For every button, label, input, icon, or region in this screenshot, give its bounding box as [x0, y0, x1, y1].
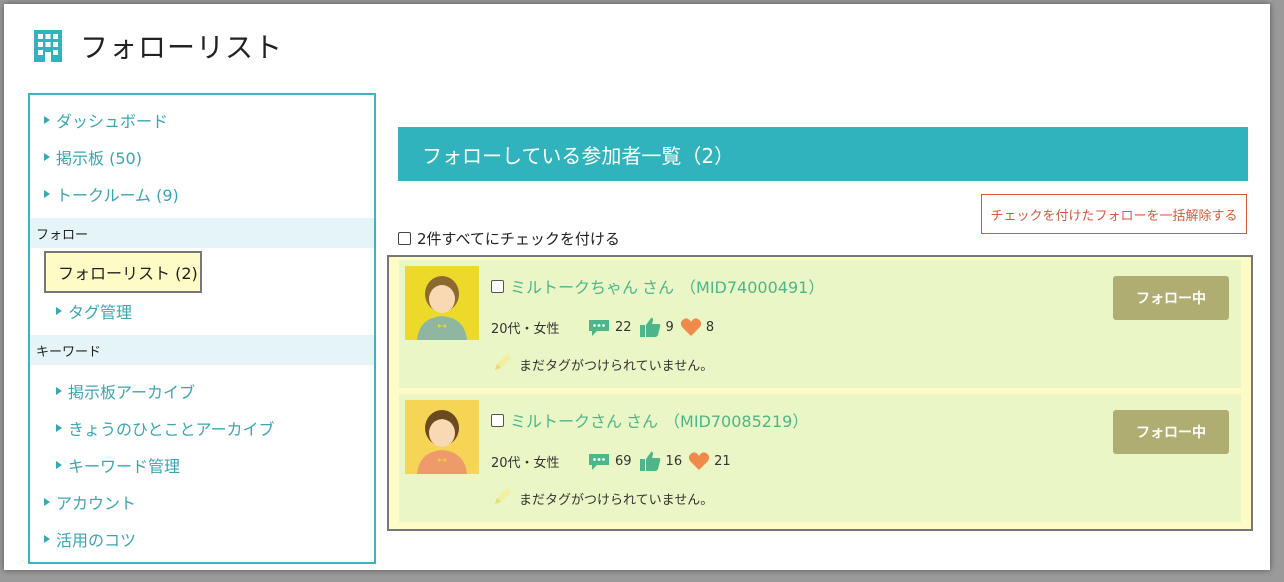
comment-count: 69	[615, 453, 632, 469]
sidebar-item-label: 活用のコツ	[56, 531, 137, 550]
member-card: ミルトークちゃん さん （MID74000491） 20代・女性 22 9 8	[399, 260, 1241, 388]
pencil-icon	[493, 352, 519, 376]
heart-count: 21	[714, 453, 731, 469]
member-profile: 20代・女性	[491, 456, 560, 471]
sidebar-item-label: きょうのひとことアーカイブ	[68, 420, 275, 439]
member-tags: まだタグがつけられていません。	[493, 486, 713, 510]
member-name[interactable]: ミルトークちゃん さん （MID74000491）	[491, 274, 824, 298]
triangle-right-icon	[56, 307, 62, 315]
sidebar-item-label: フォローリスト (2)	[58, 264, 198, 283]
sidebar-item-label: トークルーム (9)	[56, 186, 179, 205]
member-list: ミルトークちゃん さん （MID74000491） 20代・女性 22 9 8	[387, 255, 1253, 531]
sidebar-item-label: 掲示板アーカイブ	[68, 383, 196, 402]
thumbs-up-icon	[638, 316, 662, 338]
sidebar-item-bulletin-board[interactable]: 掲示板 (50)	[30, 142, 374, 172]
page-title: フォローリスト	[80, 31, 284, 64]
follow-status-button[interactable]: フォロー中	[1113, 276, 1229, 320]
sidebar-item-label: タグ管理	[68, 303, 133, 322]
triangle-right-icon	[44, 190, 50, 198]
sidebar-item-label: 掲示板 (50)	[56, 149, 142, 168]
like-count: 16	[665, 453, 683, 469]
sidebar-item-label: キーワード管理	[68, 457, 181, 476]
triangle-right-icon	[44, 116, 50, 124]
like-count: 9	[665, 319, 674, 335]
member-nickname[interactable]: ミルトークさん	[510, 408, 622, 432]
member-stats: 22 9 8	[587, 316, 720, 338]
member-profile: 20代・女性	[491, 322, 560, 337]
member-honorific: さん	[642, 278, 675, 297]
sidebar-item-talk-room[interactable]: トークルーム (9)	[30, 179, 374, 209]
member-tags: まだタグがつけられていません。	[493, 352, 713, 376]
sidebar-item-account[interactable]: アカウント	[30, 487, 374, 517]
member-id: （MID74000491）	[680, 278, 825, 297]
avatar	[405, 400, 479, 474]
sidebar-item-label: アカウント	[56, 494, 137, 513]
check-all-checkbox[interactable]	[398, 232, 411, 245]
bulk-unfollow-button[interactable]: チェックを付けたフォローを一括解除する	[981, 194, 1247, 234]
app-window: フォローリスト ダッシュボード 掲示板 (50) トークルーム (9) フォロー…	[4, 4, 1270, 570]
triangle-right-icon	[44, 535, 50, 543]
member-checkbox[interactable]	[491, 413, 504, 427]
comment-count: 22	[615, 319, 632, 335]
triangle-right-icon	[44, 498, 50, 506]
check-all-label: 2件すべてにチェックを付ける	[417, 230, 620, 248]
sidebar-item-dashboard[interactable]: ダッシュボード	[30, 105, 374, 135]
member-name[interactable]: ミルトークさん さん （MID70085219）	[491, 408, 808, 432]
section-title: フォローしている参加者一覧（2）	[398, 127, 1248, 181]
sidebar-item-follow-list[interactable]: フォローリスト (2)	[44, 251, 202, 293]
check-all[interactable]: 2件すべてにチェックを付ける	[398, 228, 620, 249]
member-checkbox[interactable]	[491, 279, 504, 293]
member-stats: 69 16 21	[587, 450, 737, 472]
sidebar-item-tag-management[interactable]: タグ管理	[30, 296, 374, 326]
avatar	[405, 266, 479, 340]
heart-count: 8	[705, 319, 715, 335]
member-honorific: さん	[626, 412, 659, 431]
sidebar-item-label: ダッシュボード	[56, 112, 169, 131]
thumbs-up-icon	[638, 450, 662, 472]
sidebar-section-keyword: キーワード	[30, 335, 374, 365]
sidebar-item-board-archive[interactable]: 掲示板アーカイブ	[30, 376, 374, 406]
sidebar: ダッシュボード 掲示板 (50) トークルーム (9) フォロー フォローリスト…	[28, 93, 376, 564]
tag-status: まだタグがつけられていません。	[519, 358, 714, 374]
sidebar-item-tips[interactable]: 活用のコツ	[30, 524, 374, 554]
sidebar-item-daily-word-archive[interactable]: きょうのひとことアーカイブ	[30, 413, 374, 443]
member-id: （MID70085219）	[664, 412, 809, 431]
heart-icon	[680, 317, 702, 337]
tag-status: まだタグがつけられていません。	[519, 492, 714, 508]
comment-icon	[587, 451, 611, 471]
page-header: フォローリスト	[32, 26, 283, 66]
triangle-right-icon	[56, 424, 62, 432]
pencil-icon	[493, 486, 519, 510]
member-card: ミルトークさん さん （MID70085219） 20代・女性 69 16 21	[399, 394, 1241, 522]
sidebar-section-follow: フォロー	[30, 218, 374, 248]
follow-status-button[interactable]: フォロー中	[1113, 410, 1229, 454]
triangle-right-icon	[56, 387, 62, 395]
building-icon	[32, 30, 64, 62]
comment-icon	[587, 317, 611, 337]
member-nickname[interactable]: ミルトークちゃん	[510, 274, 638, 298]
heart-icon	[688, 451, 710, 471]
triangle-right-icon	[56, 461, 62, 469]
triangle-right-icon	[44, 153, 50, 161]
sidebar-item-keyword-management[interactable]: キーワード管理	[30, 450, 374, 480]
